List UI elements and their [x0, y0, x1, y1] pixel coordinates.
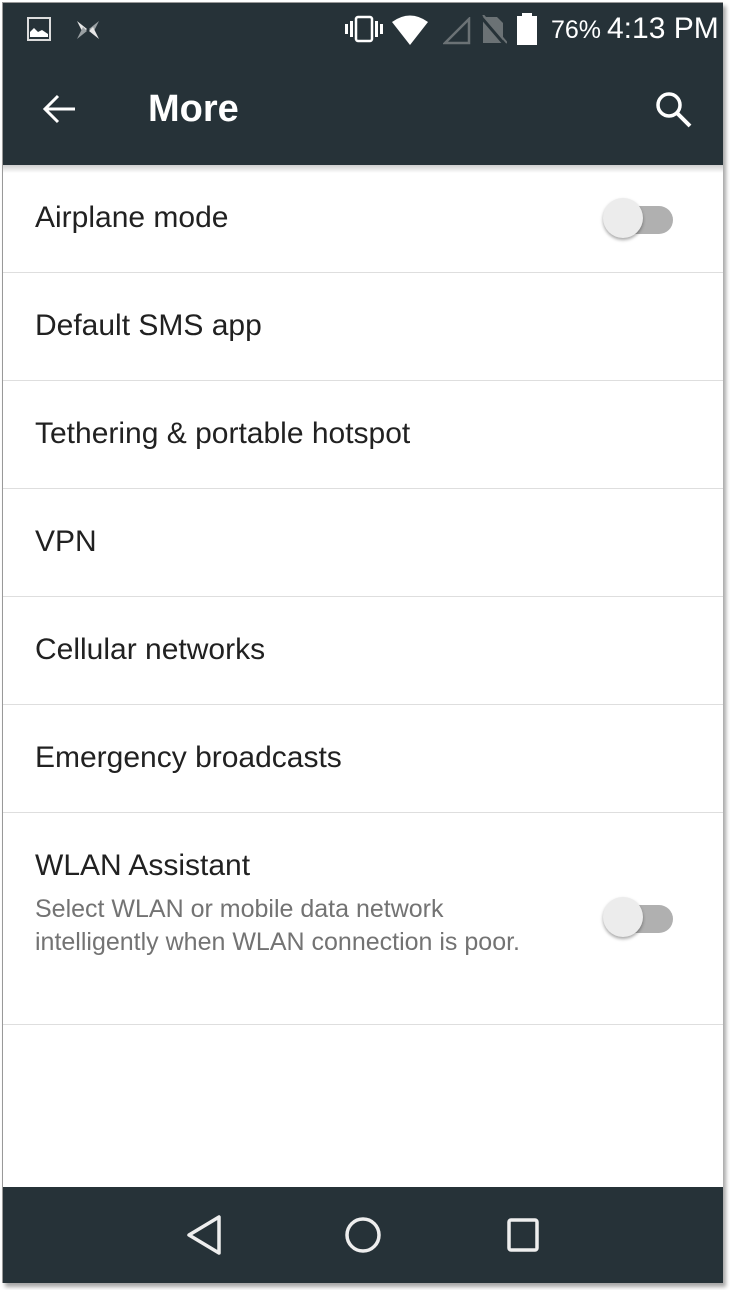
setting-wlan-assistant[interactable]: WLAN Assistant Select WLAN or mobile dat… [3, 813, 723, 1025]
setting-label: WLAN Assistant [35, 849, 251, 882]
settings-list: Airplane mode Default SMS app Tethering … [3, 165, 723, 1025]
vibrate-icon [345, 15, 383, 43]
status-bar: 76% 4:13 PM [3, 3, 723, 55]
app-notification-icon [77, 21, 99, 39]
setting-label: Default SMS app [35, 309, 262, 342]
nav-back-icon[interactable] [177, 1209, 229, 1261]
setting-vpn[interactable]: VPN [3, 489, 723, 597]
nav-home-icon[interactable] [337, 1209, 389, 1261]
no-signal-icon [443, 17, 471, 45]
airplane-mode-switch[interactable] [603, 198, 675, 238]
setting-default-sms-app[interactable]: Default SMS app [3, 273, 723, 381]
wlan-assistant-switch[interactable] [603, 897, 675, 937]
setting-label: Cellular networks [35, 633, 266, 666]
phone-screen: 76% 4:13 PM More Airplane mode Default S… [2, 2, 723, 1283]
app-bar: More [3, 55, 723, 165]
arrow-back-icon[interactable] [41, 93, 77, 125]
wifi-icon [392, 15, 428, 45]
setting-cellular-networks[interactable]: Cellular networks [3, 597, 723, 705]
setting-label: Emergency broadcasts [35, 741, 342, 774]
nav-recents-icon[interactable] [497, 1209, 549, 1261]
setting-summary: Select WLAN or mobile data network intel… [35, 895, 520, 956]
setting-emergency-broadcasts[interactable]: Emergency broadcasts [3, 705, 723, 813]
gallery-notification-icon [27, 17, 51, 41]
battery-percent: 76% [551, 16, 602, 44]
setting-label: Airplane mode [35, 201, 229, 234]
setting-airplane-mode[interactable]: Airplane mode [3, 165, 723, 273]
battery-icon [517, 13, 537, 45]
navigation-bar [3, 1187, 723, 1283]
page-title: More [148, 88, 239, 130]
clock: 4:13 PM [607, 12, 719, 45]
switch-thumb [603, 897, 643, 937]
search-icon[interactable] [655, 91, 693, 129]
setting-label: Tethering & portable hotspot [35, 417, 411, 450]
setting-label: VPN [35, 525, 97, 558]
switch-thumb [603, 198, 643, 238]
no-sim-icon [479, 15, 507, 45]
setting-tethering-hotspot[interactable]: Tethering & portable hotspot [3, 381, 723, 489]
